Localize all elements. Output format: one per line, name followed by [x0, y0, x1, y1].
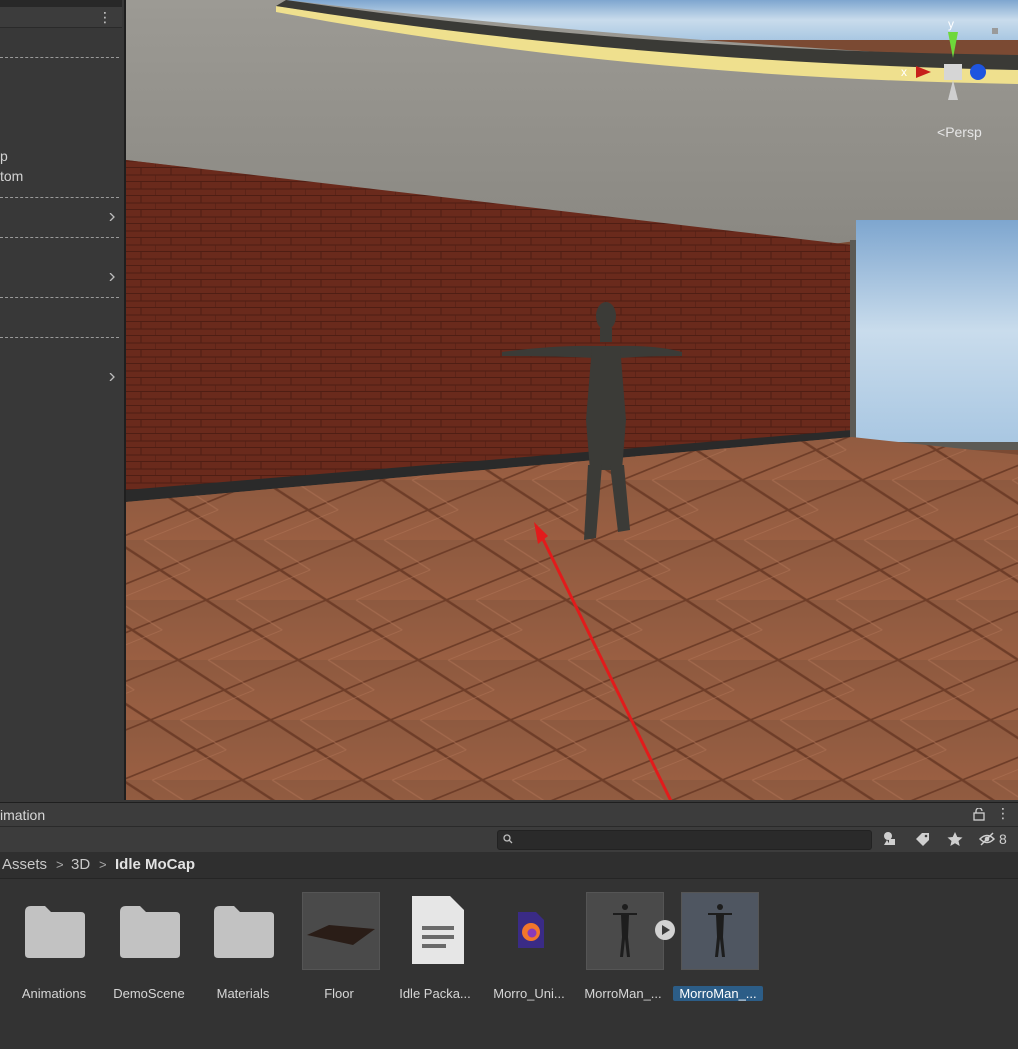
folder-icon: [25, 906, 85, 958]
character-model-icon: [586, 892, 664, 970]
asset-label: Floor: [324, 986, 354, 1001]
breadcrumb-3d[interactable]: 3D: [71, 856, 90, 873]
projection-toggle[interactable]: <Persp: [937, 124, 982, 140]
favorites-star-icon[interactable]: [940, 827, 970, 851]
divider: [0, 337, 119, 338]
back-chevron-icon: <: [937, 124, 946, 140]
divider: [0, 297, 119, 298]
panel-menu-icon[interactable]: ⋮: [996, 805, 1010, 822]
project-panel-header: imation ⋮: [0, 802, 1018, 827]
project-toolbar: 8: [0, 826, 1018, 853]
hidden-packages-icon[interactable]: [972, 827, 1002, 851]
inspector-top-strip: [0, 0, 122, 7]
asset-label: Morro_Uni...: [493, 986, 565, 1001]
chevron-right-icon: >: [56, 857, 64, 872]
play-preview-icon[interactable]: [654, 919, 676, 941]
asset-label: MorroMan_...: [584, 986, 662, 1001]
text-file-icon: [412, 896, 464, 964]
inspector-panel: ⋮ p tom: [0, 0, 122, 800]
breadcrumb-idle-mocap[interactable]: Idle MoCap: [115, 856, 195, 873]
inspector-option-bottom[interactable]: tom: [0, 168, 23, 184]
chevron-right-icon: >: [99, 857, 107, 872]
gizmo-x-label: x: [901, 65, 907, 79]
asset-label: Animations: [21, 986, 87, 1001]
breadcrumb-assets[interactable]: Assets: [2, 856, 47, 873]
hidden-packages-count: 8: [999, 831, 1007, 847]
chevron-right-icon[interactable]: [108, 273, 116, 281]
asset-label: DemoScene: [113, 986, 185, 1001]
gizmo-y-label: y: [948, 17, 954, 31]
search-input[interactable]: [497, 830, 872, 850]
filter-by-type-icon[interactable]: [876, 827, 906, 851]
asset-grid: Animations DemoScene Materials Floor Idl…: [0, 879, 1018, 1049]
asset-label: Idle Packa...: [399, 986, 471, 1001]
filter-by-label-icon[interactable]: [908, 827, 938, 851]
asset-label: MorroMan_...: [673, 986, 763, 1001]
divider: [0, 197, 119, 198]
inspector-menu-icon[interactable]: ⋮: [98, 9, 112, 26]
scene-view[interactable]: x y: [124, 0, 1018, 800]
panel-tab-title[interactable]: imation: [0, 807, 45, 823]
inspector-header: ⋮: [0, 7, 122, 28]
divider: [0, 237, 119, 238]
character-model-icon: [681, 892, 759, 970]
asset-label: Materials: [216, 986, 270, 1001]
projection-label: Persp: [945, 124, 982, 140]
floor-prefab-icon: [302, 892, 380, 970]
lock-icon[interactable]: [973, 808, 985, 821]
divider: [0, 57, 119, 58]
folder-icon: [120, 906, 180, 958]
chevron-right-icon[interactable]: [108, 373, 116, 381]
chevron-right-icon[interactable]: [108, 213, 116, 221]
search-icon: [503, 834, 513, 844]
inspector-option-top[interactable]: p: [0, 148, 8, 164]
scene-render[interactable]: x y: [126, 0, 1018, 800]
breadcrumb: Assets > 3D > Idle MoCap: [0, 852, 1018, 879]
firefox-file-icon: [518, 912, 544, 948]
folder-icon: [214, 906, 274, 958]
